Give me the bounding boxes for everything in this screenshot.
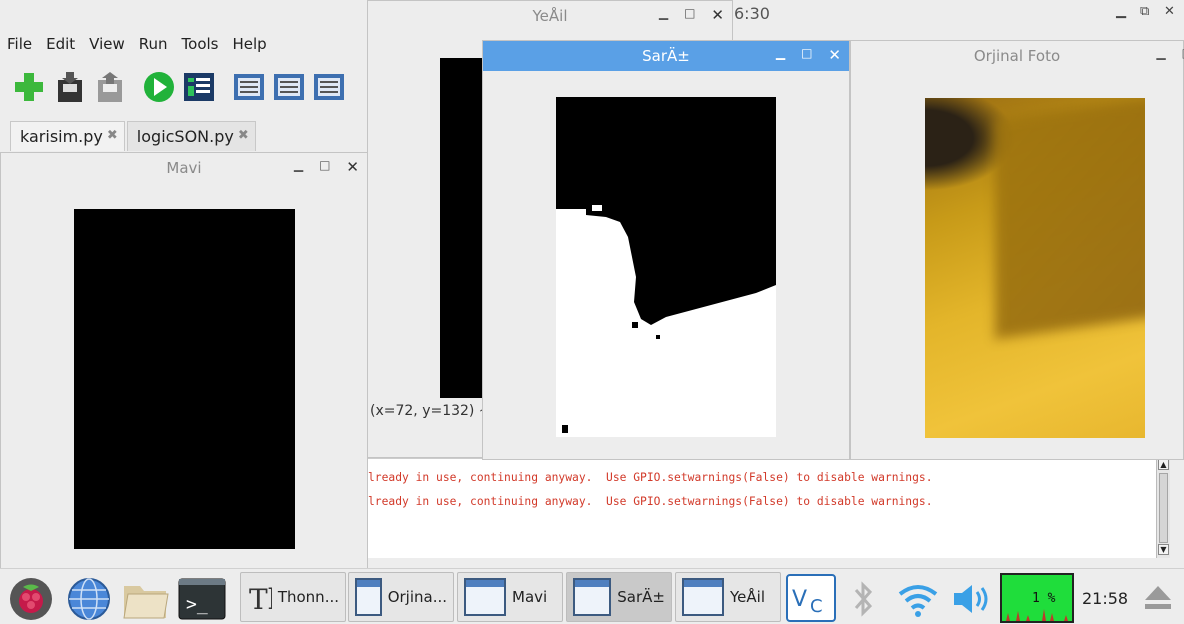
taskbar-item-sari[interactable]: SarÄ± xyxy=(566,572,672,622)
console-line: lready in use, continuing anyway. Use GP… xyxy=(368,471,933,484)
tab-label: logicSON.py xyxy=(136,127,234,146)
eject-icon[interactable] xyxy=(1142,582,1174,612)
new-file-icon[interactable] xyxy=(12,70,46,104)
svg-text:Th: Th xyxy=(249,583,272,615)
window-icon xyxy=(573,578,612,616)
step-over-icon[interactable] xyxy=(232,70,266,104)
menu-file[interactable]: File xyxy=(0,32,39,58)
window-orjinal-foto: Orjinal Foto ▁ □ xyxy=(850,40,1184,460)
run-icon[interactable] xyxy=(142,70,176,104)
window-title: Orjinal Foto xyxy=(973,47,1061,65)
window-sari: SarÄ± ▁ □ ✕ xyxy=(482,40,850,460)
menu-edit[interactable]: Edit xyxy=(39,32,82,58)
scroll-down-icon[interactable]: ▼ xyxy=(1158,544,1169,555)
window-mavi: Mavi ▁ □ ✕ xyxy=(0,152,368,570)
taskbar-item-label: Thonn... xyxy=(277,588,339,606)
scroll-up-icon[interactable]: ▲ xyxy=(1158,459,1169,470)
svg-text:C: C xyxy=(810,596,823,617)
taskbar-item-mavi[interactable]: Mavi xyxy=(457,572,563,622)
close-icon[interactable]: ✕ xyxy=(1164,4,1175,19)
close-icon[interactable]: ✖ xyxy=(107,128,118,151)
minimize-icon[interactable]: ▁ xyxy=(776,46,785,64)
svg-text:V: V xyxy=(792,587,807,612)
debug-icon[interactable] xyxy=(182,70,216,104)
taskbar-item-label: Mavi xyxy=(512,588,548,606)
yellow-mask-image xyxy=(556,97,776,437)
thonny-icon: Th xyxy=(249,583,272,615)
tab-label: karisim.py xyxy=(20,127,103,146)
scrollbar-thumb[interactable] xyxy=(1159,473,1168,543)
window-controls: ▁ □ ✕ xyxy=(659,6,724,24)
menu-view[interactable]: View xyxy=(82,32,132,58)
tab-logicson[interactable]: logicSON.py ✖ xyxy=(126,121,256,151)
taskbar-item-orjinal[interactable]: Orjina... xyxy=(348,572,454,622)
cpu-monitor: 1 % xyxy=(1000,573,1074,623)
window-icon xyxy=(464,578,506,616)
close-icon[interactable]: ✕ xyxy=(828,46,841,64)
bluetooth-icon[interactable] xyxy=(848,578,878,620)
maximize-icon[interactable]: □ xyxy=(801,46,812,64)
close-icon[interactable]: ✕ xyxy=(711,6,724,24)
window-icon xyxy=(355,578,382,616)
blue-mask-image xyxy=(74,209,295,549)
editor-tabs: karisim.py ✖ logicSON.py ✖ xyxy=(10,121,258,151)
taskbar-clock: 21:58 xyxy=(1082,589,1129,608)
window-icon xyxy=(682,578,724,616)
cpu-usage: 1 % xyxy=(1032,591,1056,606)
maximize-icon[interactable]: ⧉ xyxy=(1140,4,1149,19)
menu-help[interactable]: Help xyxy=(226,32,274,58)
browser-icon[interactable] xyxy=(66,576,112,622)
taskbar-item-yesil[interactable]: YeÅil xyxy=(675,572,781,622)
console-scrollbar[interactable]: ▲ ▼ xyxy=(1156,458,1170,558)
minimize-icon[interactable]: ▁ xyxy=(659,6,668,24)
close-icon[interactable]: ✕ xyxy=(346,158,359,176)
window-controls: ▁ □ xyxy=(1156,46,1184,60)
console-line: lready in use, continuing anyway. Use GP… xyxy=(368,495,933,508)
cursor-readout: (x=72, y=132) ~ xyxy=(370,403,491,419)
menu-run[interactable]: Run xyxy=(132,32,175,58)
terminal-icon[interactable]: >_ xyxy=(178,578,226,620)
file-manager-icon[interactable] xyxy=(122,576,170,622)
minimize-icon[interactable]: ▁ xyxy=(1156,46,1165,60)
step-out-icon[interactable] xyxy=(312,70,346,104)
svg-text:>_: >_ xyxy=(186,594,208,615)
step-into-icon[interactable] xyxy=(272,70,306,104)
save-file-icon[interactable] xyxy=(94,70,128,104)
wifi-icon[interactable] xyxy=(896,578,940,620)
raspberry-menu-icon[interactable] xyxy=(8,576,54,622)
taskbar-item-thonny[interactable]: Th Thonn... xyxy=(240,572,346,622)
original-photo xyxy=(925,98,1145,438)
taskbar-item-label: YeÅil xyxy=(730,588,765,606)
tab-karisim[interactable]: karisim.py ✖ xyxy=(10,121,125,151)
close-icon[interactable]: ✖ xyxy=(238,128,249,151)
maximize-icon[interactable]: □ xyxy=(684,6,695,24)
window-controls: ▁ □ ✕ xyxy=(294,158,359,176)
menu-tools[interactable]: Tools xyxy=(175,32,226,58)
minimize-icon[interactable]: ▁ xyxy=(1116,4,1126,19)
maximize-icon[interactable]: □ xyxy=(319,158,330,176)
window-controls: ▁ □ ✕ xyxy=(776,46,841,64)
volume-icon[interactable] xyxy=(950,578,992,620)
menubar: File Edit View Run Tools Help xyxy=(0,32,274,58)
open-file-icon[interactable] xyxy=(54,70,88,104)
shell-console[interactable]: lready in use, continuing anyway. Use GP… xyxy=(368,458,1156,558)
vnc-icon[interactable]: VC xyxy=(786,574,836,622)
taskbar-item-label: SarÄ± xyxy=(617,588,665,606)
minimize-icon[interactable]: ▁ xyxy=(294,158,303,176)
clock-fragment: 6:30 xyxy=(734,4,770,23)
taskbar-item-label: Orjina... xyxy=(387,588,447,606)
